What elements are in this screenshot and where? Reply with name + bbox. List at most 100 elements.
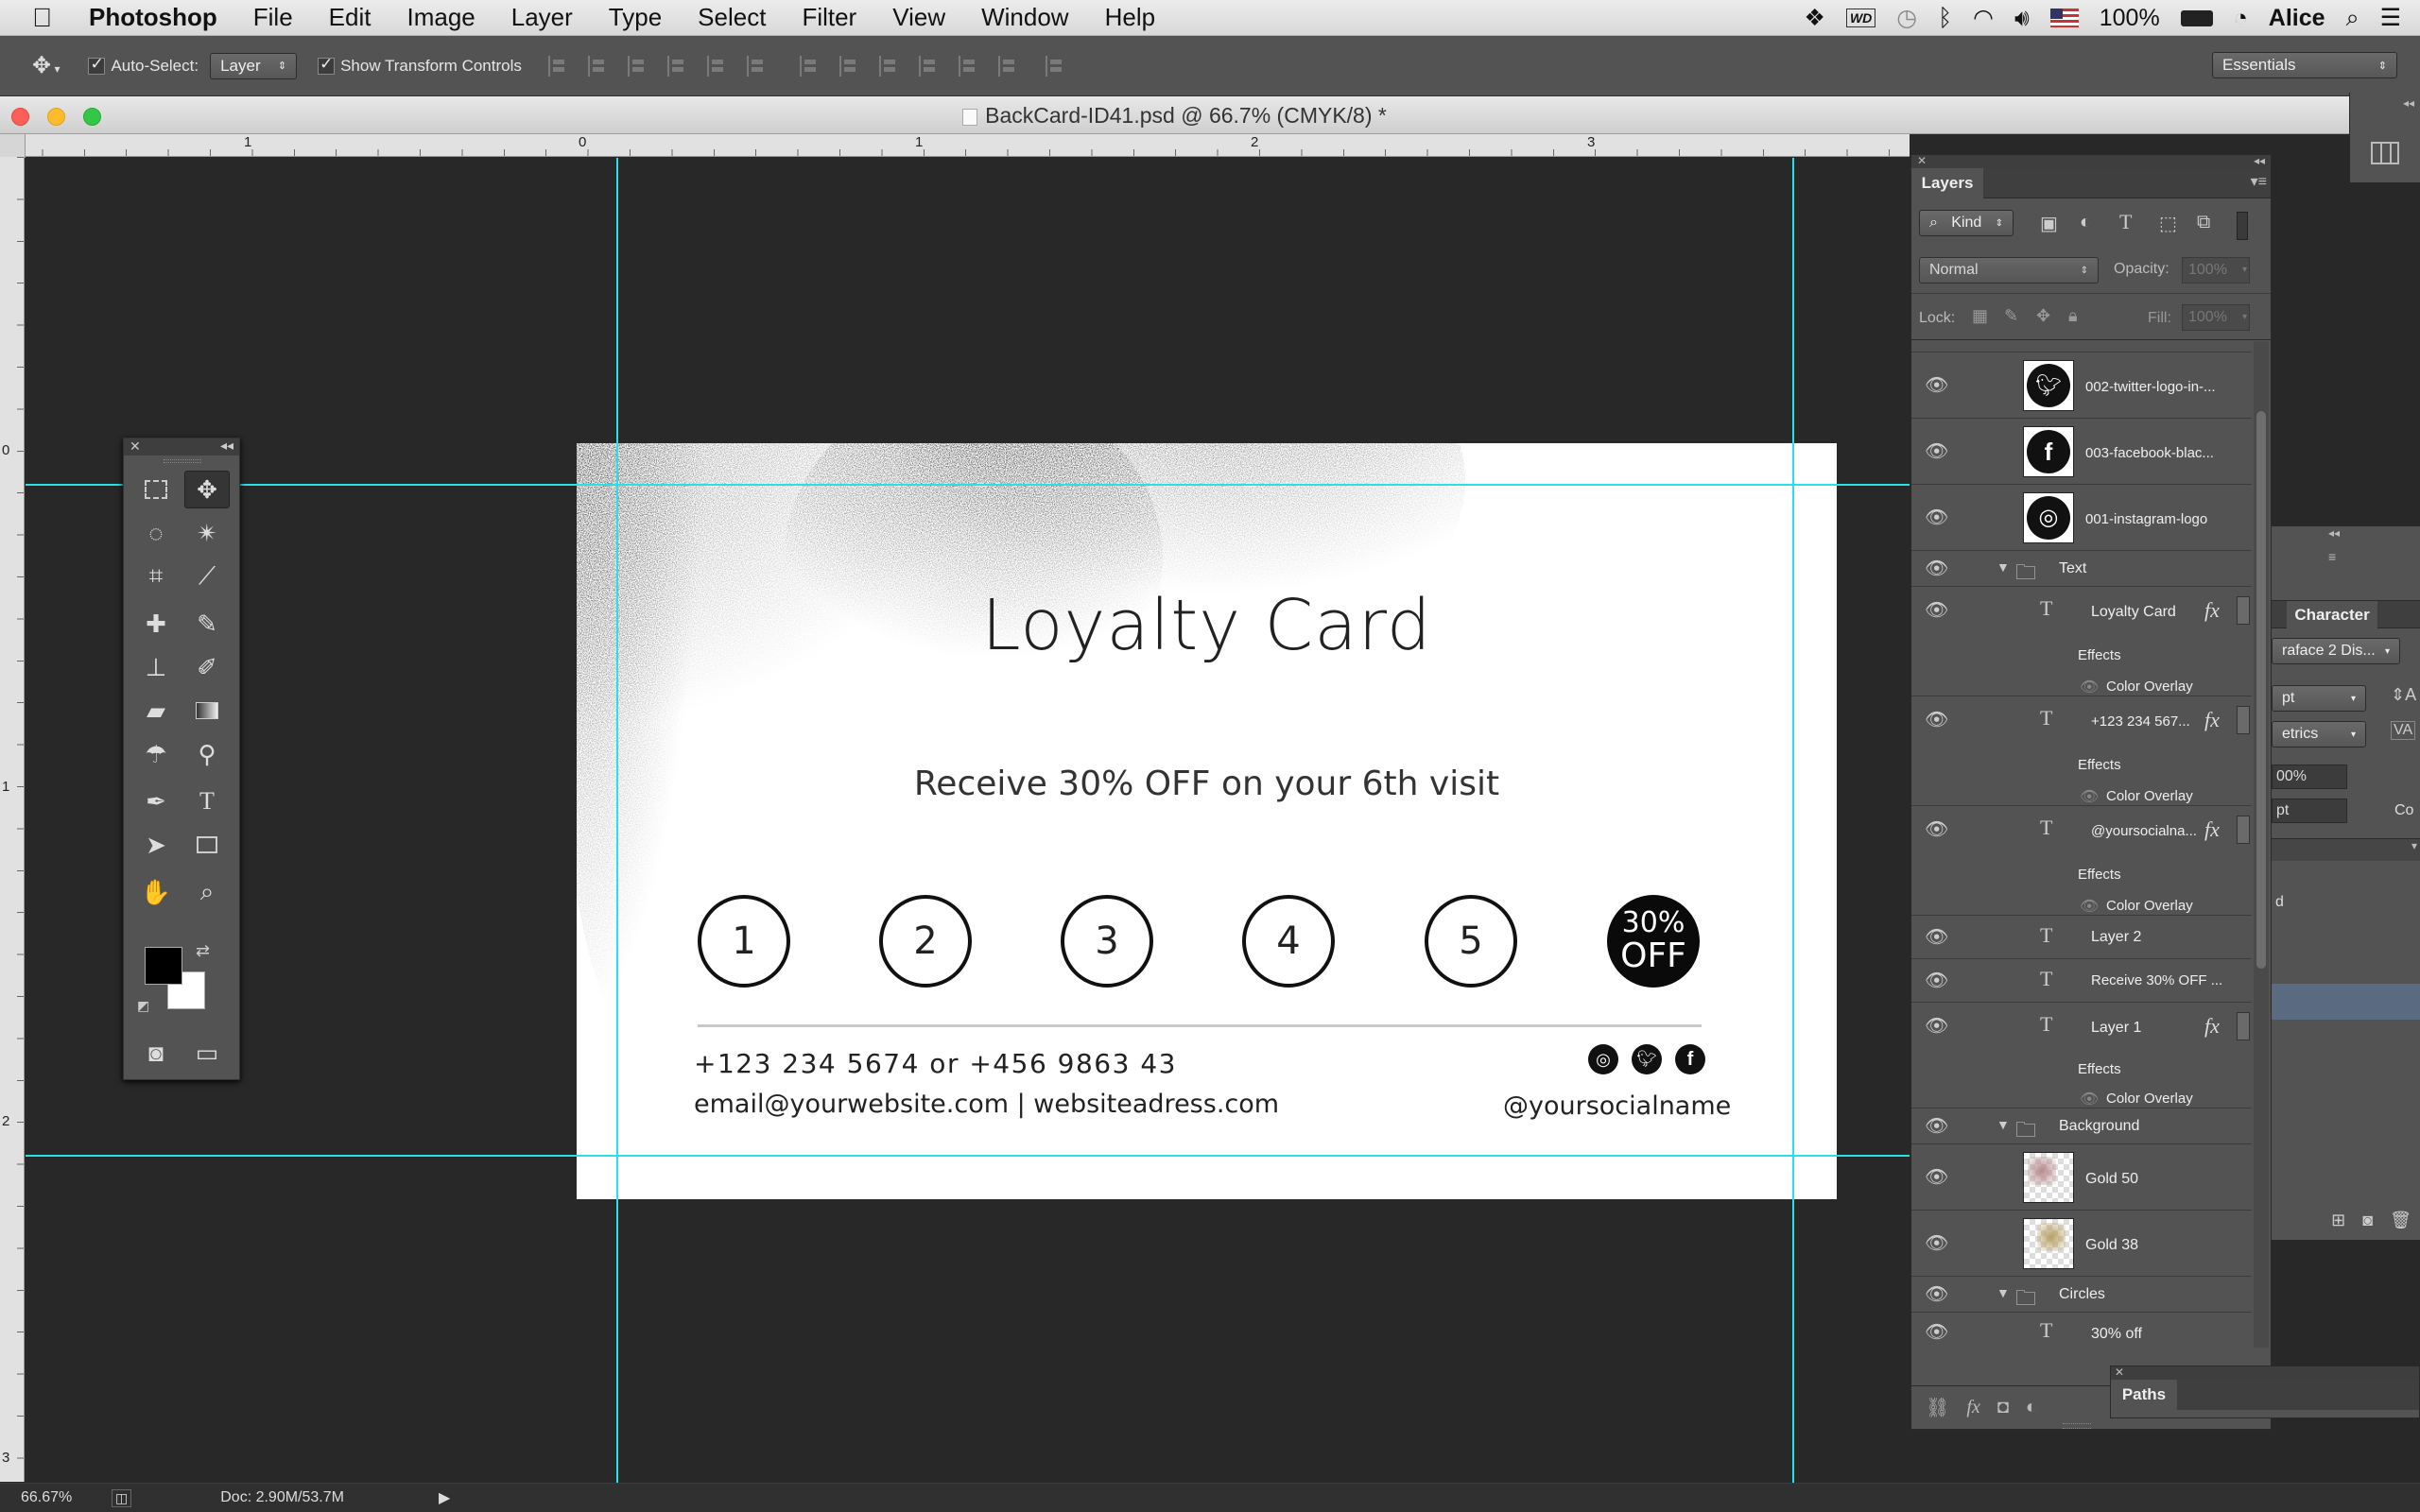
layer-row[interactable]: 👁︎ f 003-facebook-blac... [1911,419,2252,485]
align-left-icon[interactable] [666,55,688,77]
crop-tool-icon[interactable]: ⌗ [133,558,179,595]
wd-icon[interactable]: WD [1845,9,1876,27]
layer-row[interactable]: 👁︎ T +123 234 567... fx Effects 👁︎ Color… [1911,696,2252,806]
disclosure-triangle-icon[interactable]: ▼ [1996,559,2010,575]
vertical-scale-field[interactable]: 00% [2272,765,2347,789]
disclosure-triangle-icon[interactable]: ▼ [1996,1285,2010,1300]
pen-tool-icon[interactable]: ✒ [133,782,179,820]
eyedropper-tool-icon[interactable]: ⟋ [184,558,230,595]
tab-layers[interactable]: Layers [1911,168,1983,198]
visibility-eye-icon[interactable]: 👁︎ [1925,1168,1948,1187]
visibility-eye-icon[interactable]: 👁︎ [1925,601,1948,620]
default-colors-icon[interactable]: ◩ [137,998,149,1014]
time-machine-icon[interactable]: ◷ [1896,4,1917,32]
flag-icon[interactable] [2049,9,2079,27]
visibility-eye-icon[interactable]: 👁︎ [1925,820,1948,839]
visibility-eye-icon[interactable]: 👁︎ [1925,508,1948,527]
adjustment-layer-icon[interactable]: ◐ [2026,1397,2037,1418]
scrollbar-thumb[interactable] [2256,411,2266,969]
layer-row[interactable]: 👁︎ T Layer 1 fx Effects 👁︎ Color Overlay [1911,1003,2252,1108]
marquee-tool-icon[interactable] [133,471,179,508]
menu-select[interactable]: Select [680,3,784,32]
distribute-top-icon[interactable] [799,55,821,77]
healing-brush-tool-icon[interactable]: ✚ [133,605,179,643]
quick-mask-icon[interactable]: ◙ [133,1034,179,1072]
blur-tool-icon[interactable]: ☂ [133,735,179,773]
expand-effects-icon[interactable] [2237,1012,2250,1040]
visibility-eye-icon[interactable]: 👁︎ [1925,1323,1948,1342]
screen-mode-icon[interactable]: ▭ [184,1034,230,1072]
tab-paths[interactable]: Paths [2111,1380,2177,1410]
move-tool-icon[interactable]: ✥ [184,471,230,508]
menu-help[interactable]: Help [1087,3,1173,32]
distribute-vcenter-icon[interactable] [838,55,860,77]
layer-row[interactable] [1911,341,2252,352]
rectangle-tool-icon[interactable] [184,826,230,864]
distribute-bottom-icon[interactable] [878,55,900,77]
hand-tool-icon[interactable]: ✋ [133,873,179,911]
guide-vertical[interactable] [616,158,618,1483]
option-field[interactable]: d [2272,889,2420,916]
align-right-icon[interactable] [746,55,768,77]
filter-type-icon[interactable]: T [2119,210,2132,234]
resize-grip-icon[interactable] [2063,1423,2091,1429]
menu-image[interactable]: Image [389,3,493,32]
font-family-dropdown[interactable]: raface 2 Dis... ▾ [2272,638,2400,664]
tab-character[interactable]: Character [2287,601,2377,629]
menu-view[interactable]: View [874,3,963,32]
brush-tool-icon[interactable]: ✎ [184,605,230,643]
layer-group-row[interactable]: 👁︎ ▼ 🗀 Background [1911,1108,2252,1144]
visibility-eye-icon[interactable]: 👁︎ [1925,928,1948,947]
dropbox-icon[interactable]: ❖ [1805,4,1825,32]
spotlight-icon[interactable]: ⌕ [2346,5,2360,32]
user-name[interactable]: Alice [2269,5,2325,32]
camera-icon[interactable]: ◙ [2362,1211,2373,1230]
battery-icon[interactable] [2180,9,2213,26]
layer-row[interactable]: 👁︎ T @yoursocialna... fx Effects 👁︎ Colo… [1911,806,2252,916]
layer-row[interactable]: 👁︎ T Loyalty Card fx Effects 👁︎ Color Ov… [1911,587,2252,696]
auto-select-checkbox[interactable] [88,55,106,75]
filter-toggle-switch[interactable] [2237,212,2248,240]
panel-menu-icon[interactable]: ≡ [2328,549,2336,564]
menu-filter[interactable]: Filter [784,3,874,32]
auto-align-icon[interactable] [1045,55,1066,77]
layer-group-row[interactable]: 👁︎ ▼ 🗀 Text [1911,551,2252,587]
collapse-icon[interactable]: ◂◂ [2328,526,2340,540]
layer-group-row[interactable]: 👁︎ ▼ 🗀 Circles [1911,1277,2252,1313]
visibility-eye-icon[interactable]: 👁︎ [1925,1117,1948,1136]
fx-icon[interactable]: fx [2204,598,2220,623]
trash-icon[interactable]: 🗑︎ [2390,1211,2411,1230]
visibility-eye-icon[interactable]: 👁︎ [1925,1285,1948,1304]
filter-smart-object-icon[interactable]: ⧉ [2197,212,2210,233]
type-tool-icon[interactable]: T [184,782,230,820]
collapse-icon[interactable]: ◂◂ [220,438,233,454]
lock-transparent-icon[interactable]: ▦ [1972,306,1988,326]
layer-row[interactable]: 👁︎ T 30% off [1911,1313,2252,1348]
notification-center-icon[interactable]: ☰ [2380,4,2401,32]
lock-pixels-icon[interactable]: ✎ [2004,306,2018,326]
layers-scrollbar[interactable] [2254,341,2269,1348]
transform-controls-checkbox[interactable] [318,55,336,75]
guide-horizontal[interactable] [26,484,1910,486]
visibility-eye-icon[interactable]: 👁︎ [1925,1017,1948,1036]
collapse-icon[interactable]: ◂◂ [2254,154,2265,167]
path-selection-tool-icon[interactable]: ➤ [133,826,179,864]
gradient-tool-icon[interactable] [184,692,230,730]
menu-app-photoshop[interactable]: Photoshop [71,3,235,32]
disclosure-triangle-icon[interactable]: ▼ [1996,1117,2010,1132]
chevron-down-icon[interactable]: ▾ [2411,839,2417,852]
distribute-hcenter-icon[interactable] [958,55,979,77]
layer-row[interactable]: 👁︎ Gold 50 [1911,1144,2252,1211]
clock-icon[interactable]: ◔ [2234,5,2248,32]
close-icon[interactable]: ✕ [1917,154,1927,167]
vertical-ruler[interactable]: 0 1 2 3 [0,157,25,1482]
baseline-shift-field[interactable]: pt [2272,799,2347,823]
horizontal-ruler[interactable]: 1 0 1 2 3 4 [0,134,1910,157]
effect-visibility-eye-icon[interactable]: 👁︎ [2080,1090,2099,1108]
layer-row[interactable]: 👁︎ 🐦︎ 002-twitter-logo-in-... [1911,352,2252,419]
grip-icon[interactable] [164,459,201,463]
menu-layer[interactable]: Layer [493,3,591,32]
zoom-level[interactable]: 66.67% [21,1489,100,1506]
opacity-field[interactable]: 100% ▾ [2182,257,2250,284]
magic-wand-tool-icon[interactable]: ✴ [184,514,230,552]
